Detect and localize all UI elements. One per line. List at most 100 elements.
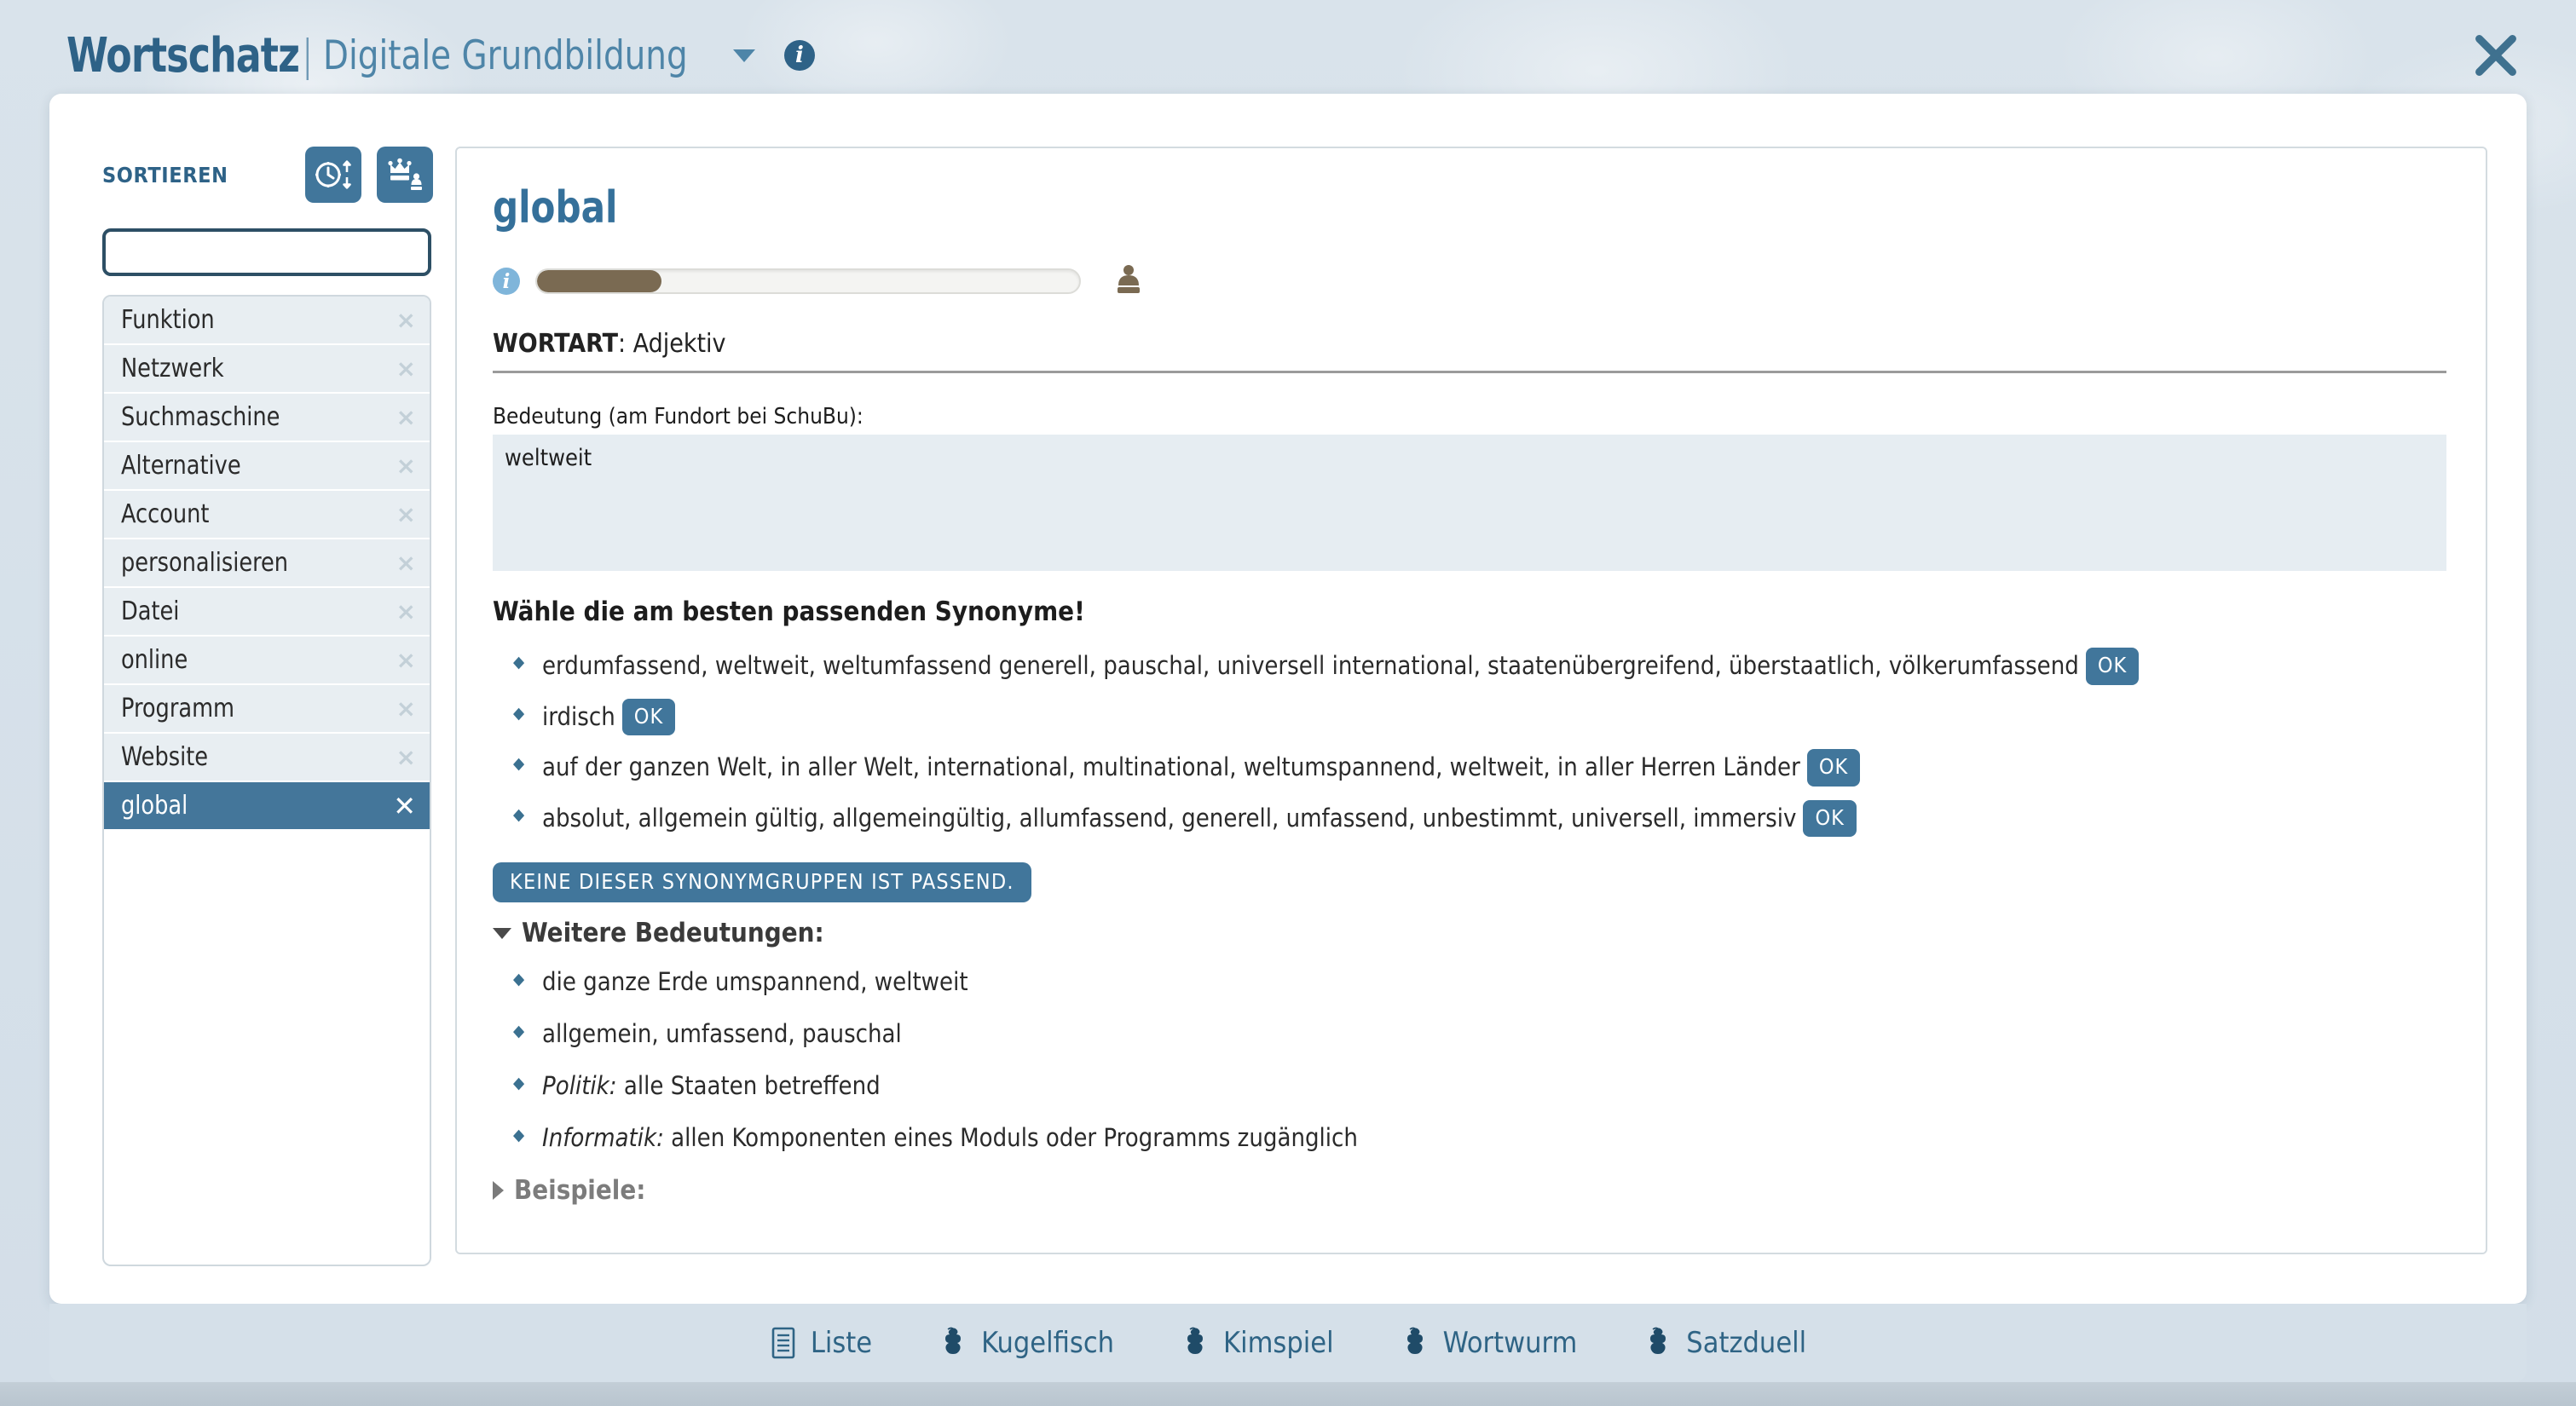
puzzle-icon [945,1327,962,1354]
word-label: Programm [121,694,235,723]
list-item: allgemein, umfassend, pauschal [513,1019,2446,1048]
list-item[interactable]: online × [104,637,430,685]
pawn-icon [1112,262,1146,300]
accept-synonym-button[interactable]: OK [621,698,676,735]
word-label: Funktion [121,305,215,335]
word-label: Suchmaschine [121,402,280,432]
sort-controls: SORTIEREN [102,147,433,203]
remove-word-icon[interactable]: × [396,452,416,480]
list-icon [771,1327,795,1359]
list-item[interactable]: Alternative × [104,442,430,491]
synonym-group-text: absolut, allgemein gültig, allgemeingült… [542,803,1797,833]
accept-synonym-button[interactable]: OK [1806,749,1861,787]
sort-by-time-button[interactable] [305,147,361,203]
remove-word-icon[interactable]: × [396,743,416,771]
word-detail-panel: global i WORTART: Adjektiv Bedeutung (am… [455,147,2487,1254]
remove-word-icon[interactable]: × [396,500,416,528]
word-label: online [121,645,188,675]
scroll-fade [457,1234,2486,1253]
synonym-group: auf der ganzen Welt, in aller Welt, inte… [513,749,2446,787]
synonym-group: erdumfassend, weltweit, weltumfassend ge… [513,648,2446,685]
remove-word-icon[interactable]: × [396,597,416,625]
sort-label: SORTIEREN [102,162,228,187]
synonym-group: irdischOK [513,698,2446,735]
progress-bar[interactable] [535,268,1081,294]
detail-column: global i WORTART: Adjektiv Bedeutung (am… [433,94,2527,1304]
clock-arrows-icon [315,160,351,189]
word-label: Website [121,742,209,772]
accept-synonym-button[interactable]: OK [2085,648,2140,685]
word-type-label: WORTART [493,329,618,359]
meaning-text: alle Staaten betreffend [616,1071,881,1100]
sidebar: SORTIEREN Funktion × Netzwerk × Suchmasc… [49,94,433,1304]
synonym-group-text: irdisch [542,701,615,731]
footer-item-satzduell[interactable]: Satzduell [1643,1326,1806,1360]
window-bottom-strip [0,1382,2576,1406]
examples-heading: Beispiele: [514,1175,646,1206]
app-title: Wortschatz [66,27,300,84]
synonym-group-list: erdumfassend, weltweit, weltumfassend ge… [493,648,2446,837]
footer-item-kimspiel[interactable]: Kimspiel [1181,1326,1334,1360]
meaning-domain: Politik: [542,1071,617,1100]
sort-by-rank-button[interactable] [377,147,433,203]
footer-label: Liste [810,1326,873,1360]
examples-toggle[interactable]: Beispiele: [493,1175,2446,1206]
list-item: Informatik: allen Komponenten eines Modu… [513,1123,2446,1152]
page-title: global [493,182,618,233]
more-meanings-toggle[interactable]: Weitere Bedeutungen: [493,918,2446,948]
footer-item-kugelfisch[interactable]: Kugelfisch [939,1326,1114,1360]
subject-title: Digitale Grundbildung [323,32,688,79]
more-meanings-list: die ganze Erde umspannend, weltweit allg… [493,967,2446,1152]
word-label: Datei [121,596,180,626]
close-icon[interactable] [2469,28,2523,83]
list-item[interactable]: Suchmaschine × [104,394,430,442]
meaning-field-label: Bedeutung (am Fundort bei SchuBu): [493,404,863,429]
remove-word-icon[interactable]: ✕ [393,790,416,822]
footer-item-wortwurm[interactable]: Wortwurm [1401,1326,1577,1360]
remove-word-icon[interactable]: × [396,549,416,577]
footer-item-liste[interactable]: Liste [770,1326,872,1360]
list-item[interactable]: Programm × [104,685,430,734]
remove-word-icon[interactable]: × [396,403,416,431]
word-label: Account [121,499,210,529]
crown-pawn-icon [388,158,422,190]
synonyms-heading: Wähle die am besten passenden Synonyme! [493,596,1085,627]
synonym-group: absolut, allgemein gültig, allgemeingült… [513,799,2446,837]
remove-word-icon[interactable]: × [396,694,416,723]
progress-fill [537,270,662,292]
list-item: die ganze Erde umspannend, weltweit [513,967,2446,996]
list-item[interactable]: personalisieren × [104,539,430,588]
word-label: personalisieren [121,548,289,578]
remove-word-icon[interactable]: × [396,646,416,674]
list-item-selected[interactable]: global ✕ [104,782,430,831]
meaning-input[interactable] [493,435,2446,571]
remove-word-icon[interactable]: × [396,306,416,334]
meaning-text: allgemein, umfassend, pauschal [542,1019,902,1048]
word-list[interactable]: Funktion × Netzwerk × Suchmaschine × Alt… [102,295,431,1266]
remove-word-icon[interactable]: × [396,354,416,383]
puzzle-icon [1650,1327,1666,1354]
search-input[interactable] [102,228,431,276]
puzzle-icon [1187,1327,1204,1354]
title-separator: | [300,31,315,80]
none-fitting-button[interactable]: KEINE DIESER SYNONYMGRUPPEN IST PASSEND. [493,862,1031,902]
chevron-right-icon [493,1181,504,1200]
list-item[interactable]: Account × [104,491,430,539]
meaning-text: die ganze Erde umspannend, weltweit [542,967,968,996]
synonym-group-text: erdumfassend, weltweit, weltumfassend ge… [542,651,2079,680]
list-item[interactable]: Datei × [104,588,430,637]
accept-synonym-button[interactable]: OK [1803,799,1857,837]
progress-row: i [493,262,2446,300]
footer-label: Kugelfisch [981,1326,1115,1360]
word-type-row: WORTART: Adjektiv [493,329,2446,373]
chevron-down-icon[interactable] [733,49,755,62]
footer-label: Satzduell [1686,1326,1807,1360]
list-item: Politik: alle Staaten betreffend [513,1071,2446,1100]
info-icon[interactable]: i [784,40,815,71]
list-item[interactable]: Netzwerk × [104,345,430,394]
list-item[interactable]: Funktion × [104,297,430,345]
info-icon[interactable]: i [493,268,520,295]
word-label: Alternative [121,451,241,481]
list-item[interactable]: Website × [104,734,430,782]
chevron-down-icon [493,927,511,939]
